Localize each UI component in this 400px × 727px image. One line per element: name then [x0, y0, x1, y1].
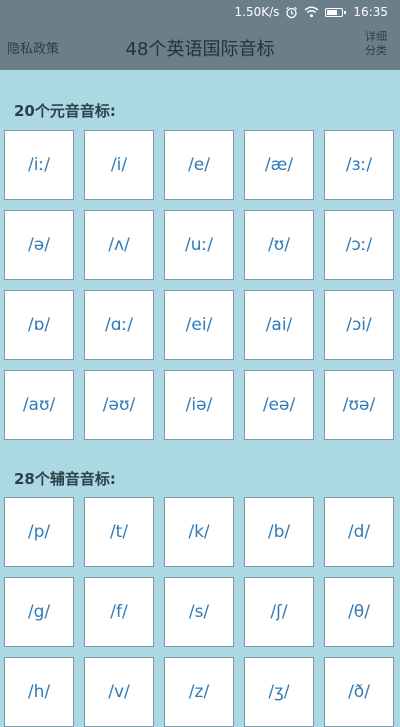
- vowel-symbol-button[interactable]: /ai/: [244, 290, 314, 360]
- consonant-symbol-button[interactable]: /ʃ/: [244, 577, 314, 647]
- vowels-section-title: 20个元音音标:: [14, 102, 116, 120]
- detail-category-label-2: 分类: [365, 44, 387, 57]
- consonant-symbol-button[interactable]: /ʒ/: [244, 657, 314, 727]
- vowel-symbol-button[interactable]: /e/: [164, 130, 234, 200]
- consonant-symbol-button[interactable]: /g/: [4, 577, 74, 647]
- consonant-symbol-button[interactable]: /t/: [84, 497, 154, 567]
- vowel-symbol-button[interactable]: /ɑː/: [84, 290, 154, 360]
- consonant-grid: /p//t//k//b//d//g//f//s//ʃ//θ//h//v//z//…: [4, 497, 396, 727]
- consonant-symbol-button[interactable]: /b/: [244, 497, 314, 567]
- consonant-symbol-button[interactable]: /s/: [164, 577, 234, 647]
- vowel-symbol-button[interactable]: /ə/: [4, 210, 74, 280]
- vowel-symbol-button[interactable]: /ɔi/: [324, 290, 394, 360]
- vowel-symbol-button[interactable]: /ʊə/: [324, 370, 394, 440]
- vowel-symbol-button[interactable]: /ʌ/: [84, 210, 154, 280]
- vowel-symbol-button[interactable]: /ʊ/: [244, 210, 314, 280]
- network-speed: 1.50K/s: [234, 5, 280, 19]
- detail-category-button[interactable]: 详细 分类: [362, 30, 390, 58]
- vowel-symbol-button[interactable]: /ɒ/: [4, 290, 74, 360]
- alarm-icon: [285, 6, 298, 19]
- app-bar: 隐私政策 48个英语国际音标 详细 分类: [0, 24, 400, 70]
- consonant-symbol-button[interactable]: /ð/: [324, 657, 394, 727]
- consonant-symbol-button[interactable]: /h/: [4, 657, 74, 727]
- consonant-symbol-button[interactable]: /k/: [164, 497, 234, 567]
- consonant-symbol-button[interactable]: /d/: [324, 497, 394, 567]
- page-title: 48个英语国际音标: [125, 39, 275, 60]
- consonant-symbol-button[interactable]: /f/: [84, 577, 154, 647]
- vowel-symbol-button[interactable]: /əʊ/: [84, 370, 154, 440]
- battery-icon: [325, 7, 347, 17]
- vowel-symbol-button[interactable]: /ɔː/: [324, 210, 394, 280]
- vowel-symbol-button[interactable]: /ɜː/: [324, 130, 394, 200]
- vowel-symbol-button[interactable]: /uː/: [164, 210, 234, 280]
- consonant-symbol-button[interactable]: /v/: [84, 657, 154, 727]
- clock-time: 16:35: [353, 5, 388, 19]
- vowel-symbol-button[interactable]: /eə/: [244, 370, 314, 440]
- vowel-symbol-button[interactable]: /i/: [84, 130, 154, 200]
- consonant-symbol-button[interactable]: /θ/: [324, 577, 394, 647]
- detail-category-label-1: 详细: [365, 30, 387, 43]
- consonants-section-title: 28个辅音音标:: [14, 470, 116, 488]
- consonant-symbol-button[interactable]: /p/: [4, 497, 74, 567]
- vowel-symbol-button[interactable]: /ei/: [164, 290, 234, 360]
- consonant-symbol-button[interactable]: /z/: [164, 657, 234, 727]
- vowel-symbol-button[interactable]: /aʊ/: [4, 370, 74, 440]
- wifi-icon: [304, 6, 319, 18]
- vowel-symbol-button[interactable]: /iː/: [4, 130, 74, 200]
- vowel-grid: /iː//i//e//æ//ɜː/ /ə//ʌ//uː//ʊ//ɔː/ /ɒ//ɑː…: [4, 130, 396, 440]
- status-bar: 1.50K/s 16:35: [0, 0, 400, 24]
- vowel-symbol-button[interactable]: /æ/: [244, 130, 314, 200]
- vowel-symbol-button[interactable]: /iə/: [164, 370, 234, 440]
